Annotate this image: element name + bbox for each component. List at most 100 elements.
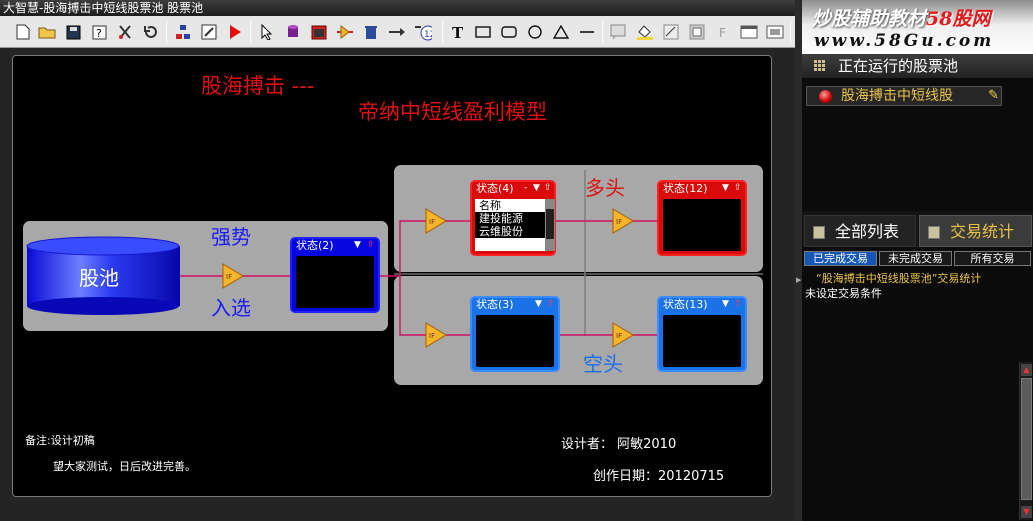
- tab-all-list[interactable]: 全部列表: [804, 215, 916, 247]
- arrow-connector-icon[interactable]: [388, 23, 406, 41]
- svg-text:F: F: [719, 26, 726, 40]
- brand-site: 58股网: [926, 8, 991, 30]
- state-window-4[interactable]: 状态(4) - ▼ ⇧ 名称 建投能源 云维股份: [470, 180, 556, 256]
- triangle-tool-icon[interactable]: [552, 23, 570, 41]
- svg-text:IF: IF: [616, 218, 622, 226]
- arrow-up-icon[interactable]: ⇧: [367, 240, 375, 250]
- svg-text:IF: IF: [226, 273, 232, 281]
- arrow-up-icon[interactable]: ⇧: [734, 183, 742, 193]
- state-window-13[interactable]: 状态(13) ▼ ⇧: [657, 296, 747, 372]
- svg-text:IF: IF: [429, 218, 435, 226]
- font-tool-icon[interactable]: F: [714, 23, 732, 41]
- dropdown-icon[interactable]: ▼: [535, 299, 542, 309]
- state-window-title: 状态(13): [663, 298, 708, 311]
- running-pools-label: 正在运行的股票池: [838, 57, 959, 75]
- subtab-all-trades[interactable]: 所有交易: [954, 251, 1031, 266]
- stock-listbox[interactable]: 名称 建投能源 云维股份: [475, 199, 545, 251]
- node-structure-icon[interactable]: [174, 23, 192, 41]
- scroll-thumb[interactable]: [1021, 378, 1032, 500]
- svg-text:12: 12: [424, 30, 432, 40]
- svg-text:IF: IF: [429, 332, 435, 340]
- ellipse-tool-icon[interactable]: [526, 23, 544, 41]
- line-color-icon[interactable]: [662, 23, 680, 41]
- diagram-title-1: 股海搏击 ---: [201, 74, 315, 98]
- state-window-2[interactable]: 状态(2) ▼ ⇧: [290, 237, 380, 313]
- line-tool-icon[interactable]: [578, 23, 596, 41]
- state-window-title: 状态(12): [663, 182, 708, 195]
- export-icon[interactable]: [200, 23, 218, 41]
- new-file-icon[interactable]: [14, 23, 32, 41]
- state-window-title: 状态(2): [296, 239, 334, 252]
- pointer-icon[interactable]: [258, 23, 276, 41]
- stats-note: 未设定交易条件: [805, 287, 882, 300]
- stats-title: “股海搏击中短线股票池”交易统计: [816, 272, 982, 285]
- brand-banner: 炒股辅助教材58股网 www.58Gu.com: [802, 0, 1033, 56]
- image-tool-icon[interactable]: [610, 23, 628, 41]
- window-title: 大智慧-股海搏击中短线股票池 股票池: [3, 1, 204, 15]
- record-icon: [819, 90, 832, 103]
- workspace: IF IF IF IF IF 股海搏击 --- 帝纳中短线盈利模型 股池 强势 入选 多…: [0, 48, 795, 521]
- list-item[interactable]: 建投能源: [475, 212, 545, 225]
- edit-pencil-icon[interactable]: ✎: [988, 87, 999, 105]
- tab-trade-stats[interactable]: 交易统计: [919, 215, 1032, 247]
- model-canvas[interactable]: IF IF IF IF IF 股海搏击 --- 帝纳中短线盈利模型 股池 强势 入选 多…: [12, 55, 772, 497]
- svg-text:IF: IF: [616, 332, 622, 340]
- help-icon[interactable]: ?: [90, 23, 108, 41]
- listbox-scrollbar[interactable]: [545, 199, 555, 251]
- state-window-3[interactable]: 状态(3) ▼ ⇧: [470, 296, 560, 372]
- state-window-title: 状态(3): [476, 298, 514, 311]
- running-pools-header: 正在运行的股票池: [802, 54, 1033, 78]
- rounded-rectangle-tool-icon[interactable]: [500, 23, 518, 41]
- undo-icon[interactable]: [142, 23, 160, 41]
- minimize-icon[interactable]: -: [524, 183, 527, 193]
- date-text: 创作日期：20120715: [593, 469, 725, 484]
- monitor-window-icon[interactable]: [310, 23, 328, 41]
- arrow-up-icon[interactable]: ⇧: [547, 299, 555, 309]
- dropdown-icon[interactable]: ▼: [722, 299, 729, 309]
- cut-tool-icon[interactable]: [116, 23, 134, 41]
- rectangle-tool-icon[interactable]: [474, 23, 492, 41]
- database-icon[interactable]: [284, 23, 302, 41]
- panel-splitter[interactable]: ▶: [795, 0, 802, 521]
- window-layout-2-icon[interactable]: [766, 23, 784, 41]
- dropdown-icon[interactable]: ▼: [533, 183, 540, 193]
- state-window-12[interactable]: 状态(12) ▼ ⇧: [657, 180, 747, 256]
- brand-text: 炒股辅助教材: [812, 8, 927, 30]
- side-panel: 炒股辅助教材58股网 www.58Gu.com 正在运行的股票池 股海搏击中短线…: [802, 0, 1033, 521]
- window-title-bar: 大智慧-股海搏击中短线股票池 股票池: [0, 0, 806, 16]
- filter-node-icon[interactable]: [336, 23, 354, 41]
- fill-pattern-icon[interactable]: [688, 23, 706, 41]
- list-icon: [813, 226, 825, 239]
- vertical-scrollbar[interactable]: ▲ ▼: [1019, 362, 1032, 520]
- state-window-title: 状态(4): [476, 182, 514, 195]
- dropdown-icon[interactable]: ▼: [354, 240, 361, 250]
- condition-connector-icon[interactable]: 12: [414, 23, 432, 41]
- arrow-up-icon[interactable]: ⇧: [734, 299, 742, 309]
- note-title: 备注:设计初稿: [25, 434, 95, 447]
- scroll-down-icon[interactable]: ▼: [1021, 506, 1032, 518]
- svg-text:?: ?: [96, 27, 102, 40]
- enter-label: 入选: [211, 296, 251, 320]
- tab-label: 全部列表: [835, 222, 900, 241]
- short-label: 空头: [583, 352, 623, 376]
- text-tool-icon[interactable]: T: [448, 23, 466, 41]
- open-folder-icon[interactable]: [38, 23, 56, 41]
- brand-line-1: 炒股辅助教材58股网: [812, 4, 990, 31]
- scroll-up-icon[interactable]: ▲: [1021, 364, 1032, 376]
- collapse-arrow-icon[interactable]: ▶: [796, 276, 801, 284]
- arrow-up-icon[interactable]: ⇧: [544, 183, 552, 193]
- save-icon[interactable]: [64, 23, 82, 41]
- long-label: 多头: [585, 176, 625, 200]
- subtab-uncompleted[interactable]: 未完成交易: [879, 251, 952, 266]
- subtab-completed[interactable]: 已完成交易: [804, 251, 877, 266]
- pool-list-item[interactable]: 股海搏击中短线股 ✎: [806, 86, 1002, 106]
- list-item[interactable]: 云维股份: [475, 225, 545, 238]
- designer-text: 设计者： 阿敏2010: [561, 437, 677, 452]
- brand-url: www.58Gu.com: [814, 31, 995, 51]
- dropdown-icon[interactable]: ▼: [722, 183, 729, 193]
- fill-color-icon[interactable]: [636, 23, 654, 41]
- trash-icon[interactable]: [362, 23, 380, 41]
- run-icon[interactable]: [226, 23, 244, 41]
- listbox-header: 名称: [479, 199, 501, 212]
- window-layout-1-icon[interactable]: [740, 23, 758, 41]
